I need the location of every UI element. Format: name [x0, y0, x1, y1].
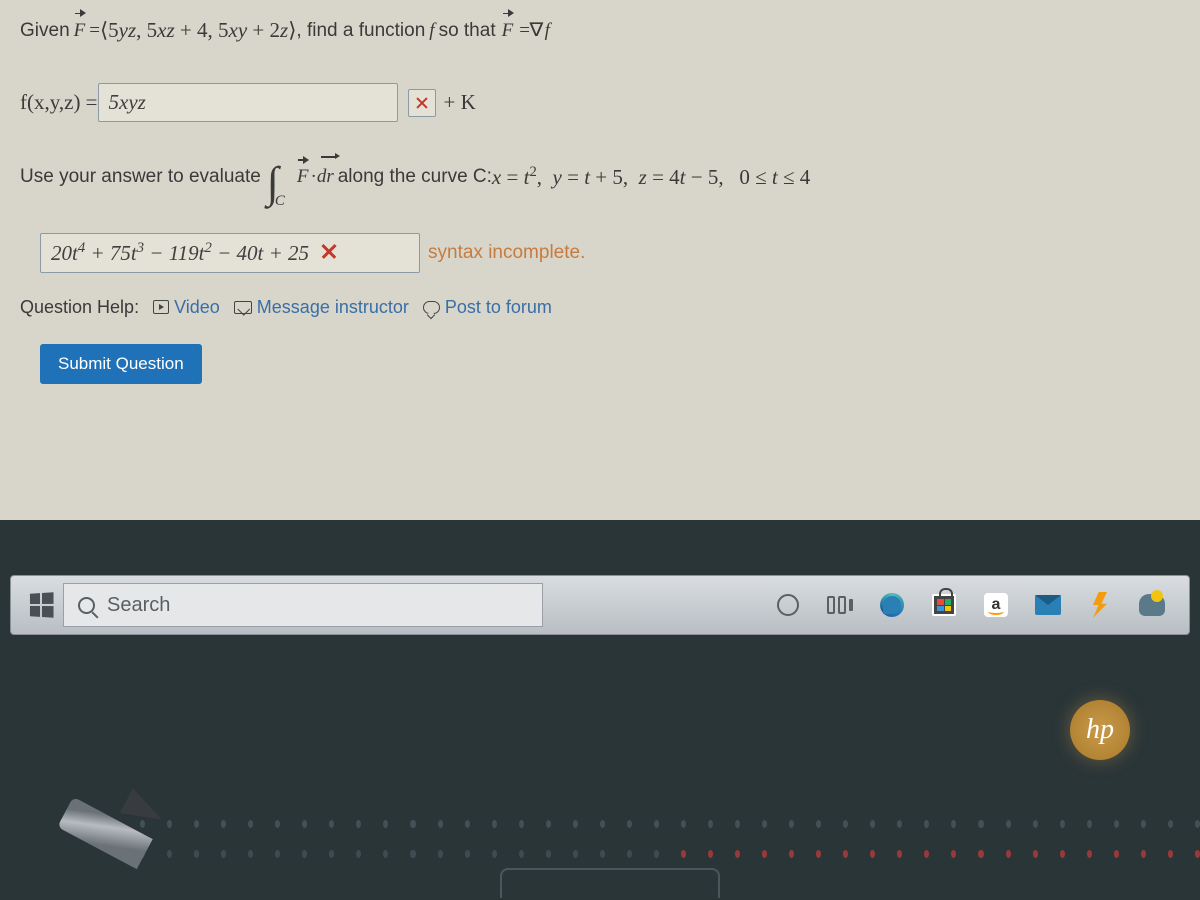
windows-taskbar: Search a	[10, 575, 1190, 635]
edge-browser-button[interactable]	[877, 590, 907, 620]
taskview-icon	[827, 596, 853, 614]
curve-definition: x = t2, y = t + 5, z = 4t − 5, 0 ≤ t ≤ 4	[492, 164, 810, 190]
f-variable: f	[429, 20, 434, 42]
search-icon	[78, 597, 95, 614]
microsoft-store-button[interactable]	[929, 590, 959, 620]
weather-icon	[1139, 594, 1165, 616]
start-button[interactable]	[19, 583, 63, 627]
touchpad-outline	[500, 868, 720, 898]
answer-row-1: f(x,y,z) = 5xyz + K	[20, 83, 1180, 122]
text: so that	[439, 20, 496, 42]
keyboard-reflection	[0, 820, 1200, 828]
link-text: Post to forum	[445, 297, 552, 318]
question-panel: Given F = ⟨5yz, 5xz + 4, 5xy + 2z⟩ , fin…	[0, 0, 1200, 520]
text: =	[519, 20, 530, 42]
integral-symbol: ∫C	[267, 168, 289, 199]
cortana-button[interactable]	[773, 590, 803, 620]
f-variable: f	[545, 20, 550, 42]
cortana-icon	[777, 594, 799, 616]
problem-statement: Given F = ⟨5yz, 5xz + 4, 5xy + 2z⟩ , fin…	[20, 18, 1180, 43]
help-label: Question Help:	[20, 297, 139, 318]
question-help-row: Question Help: Video Message instructor …	[20, 297, 1180, 318]
nabla-symbol: ∇	[529, 19, 543, 42]
text: Given	[20, 20, 70, 42]
potential-function-input[interactable]: 5xyz	[98, 83, 398, 122]
syntax-feedback: syntax incomplete.	[428, 242, 585, 264]
vector-F: F	[74, 20, 86, 42]
play-icon	[153, 300, 169, 314]
amazon-icon: a	[984, 593, 1008, 617]
windows-icon	[30, 592, 54, 618]
text: along the curve C:	[338, 166, 492, 188]
store-icon	[932, 594, 956, 616]
x-icon	[320, 242, 340, 262]
message-instructor-link[interactable]: Message instructor	[234, 297, 409, 318]
mail-icon	[234, 301, 252, 314]
dr-vector: dr	[317, 166, 334, 188]
text: Use your answer to evaluate	[20, 166, 261, 188]
hp-logo: hp	[1070, 700, 1130, 760]
submit-question-button[interactable]: Submit Question	[40, 344, 202, 384]
link-text: Message instructor	[257, 297, 409, 318]
vector-expression: ⟨5yz, 5xz + 4, 5xy + 2z⟩	[100, 18, 296, 43]
edge-icon	[880, 593, 904, 617]
taskbar-icons: a	[773, 590, 1181, 620]
vector-F: F	[297, 166, 309, 188]
mail-app-button[interactable]	[1033, 590, 1063, 620]
vector-F-rhs: F	[502, 20, 514, 42]
power-app-button[interactable]	[1085, 590, 1115, 620]
amazon-app-button[interactable]: a	[981, 590, 1011, 620]
text: , find a function	[296, 20, 425, 42]
mail-app-icon	[1035, 595, 1061, 615]
weather-app-button[interactable]	[1137, 590, 1167, 620]
text: =	[89, 20, 100, 42]
stylus-pen	[60, 796, 170, 886]
speech-icon	[423, 301, 440, 314]
answer-lhs: f(x,y,z) =	[20, 90, 98, 115]
taskbar-search-input[interactable]: Search	[63, 583, 543, 627]
keyboard-reflection	[0, 850, 1200, 858]
task-view-button[interactable]	[825, 590, 855, 620]
plus-k-text: + K	[444, 90, 476, 115]
link-text: Video	[174, 297, 220, 318]
answer-row-2: 20t4 + 75t3 − 119t2 − 40t + 25 syntax in…	[20, 233, 1180, 273]
post-to-forum-link[interactable]: Post to forum	[423, 297, 552, 318]
bolt-icon	[1093, 592, 1107, 618]
search-placeholder: Search	[107, 594, 170, 617]
incorrect-mark-button[interactable]	[408, 89, 436, 117]
part2-statement: Use your answer to evaluate ∫C F · dr al…	[20, 162, 1180, 193]
video-help-link[interactable]: Video	[153, 297, 220, 318]
x-icon	[415, 96, 429, 110]
line-integral-input[interactable]: 20t4 + 75t3 − 119t2 − 40t + 25	[40, 233, 420, 273]
